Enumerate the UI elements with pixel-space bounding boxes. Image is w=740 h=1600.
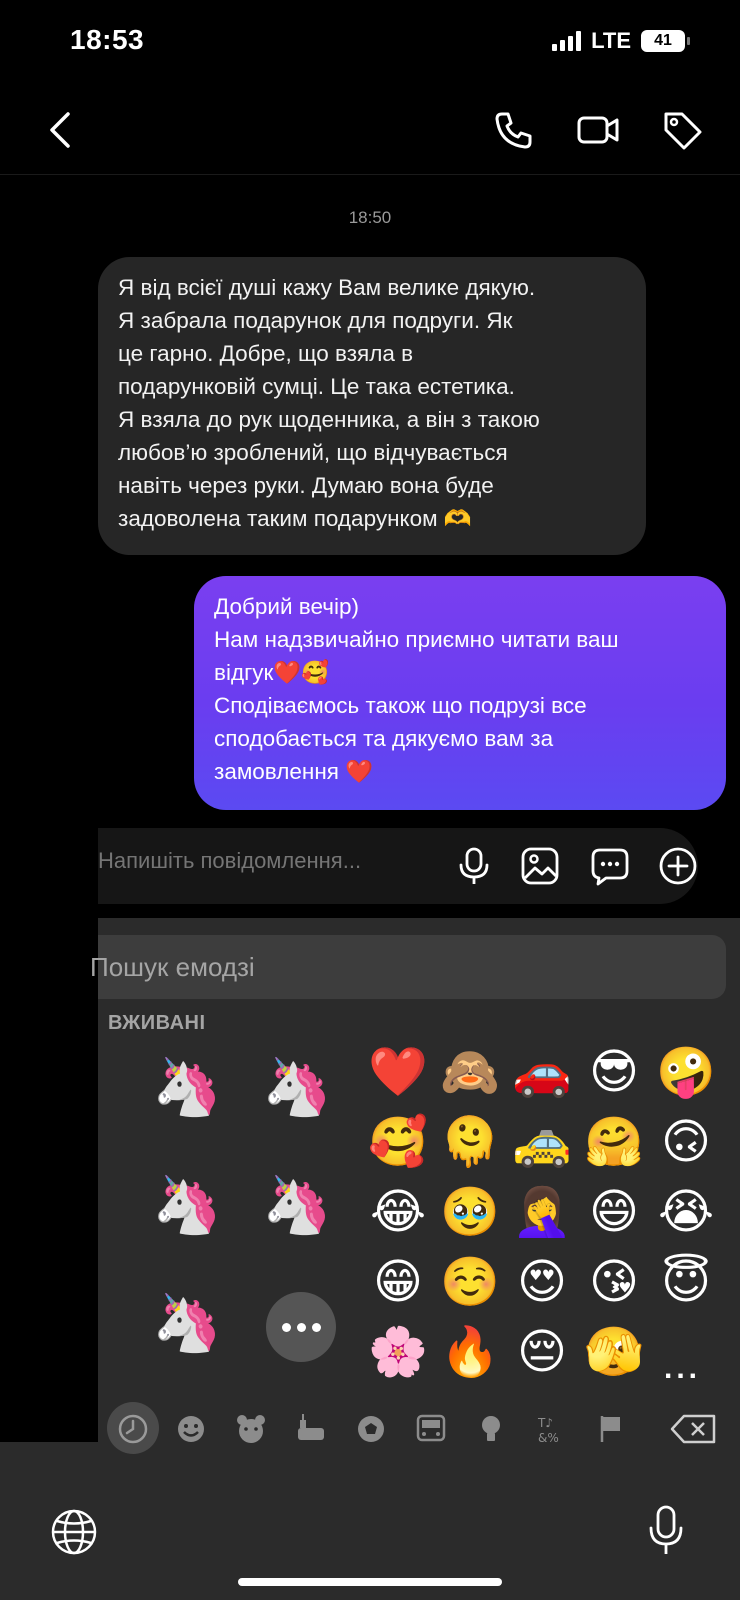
bear-icon[interactable] [228, 1406, 274, 1452]
emoji-key[interactable]: 😍 [510, 1252, 574, 1316]
message-line: відгук❤️🥰 [214, 660, 330, 685]
signal-icon [552, 31, 582, 51]
incoming-message-bubble[interactable]: Я від всієї душі кажу Вам велике дякую. … [98, 257, 646, 555]
gallery-icon[interactable] [520, 846, 560, 886]
emoji-key[interactable]: 🫣 [582, 1322, 646, 1386]
sticker-chat-icon[interactable] [590, 846, 630, 886]
tag-icon[interactable] [660, 108, 704, 152]
message-line: Я взяла до рук щоденника, а він з такою [118, 407, 540, 432]
globe-icon[interactable] [50, 1508, 98, 1556]
home-indicator [238, 1578, 502, 1586]
ball-icon[interactable] [348, 1406, 394, 1452]
emoji-key[interactable]: 🌸 [366, 1322, 430, 1386]
message-timestamp: 18:50 [348, 208, 392, 227]
message-line: Добрий вечір) [214, 594, 359, 619]
message-line: задоволена таким подарунком 🫶 [118, 506, 472, 531]
message-line: Нам надзвичайно приємно читати ваш [214, 627, 619, 652]
unicorn-sticker[interactable]: 🦄 [152, 1176, 222, 1240]
battery-icon: 41 [641, 30, 690, 52]
emoji-search-placeholder: Пошук емодзі [90, 952, 255, 982]
emoji-key[interactable]: 🤗 [582, 1112, 646, 1176]
back-icon[interactable] [40, 108, 84, 152]
emoji-key[interactable]: ☺️ [438, 1252, 502, 1316]
emoji-key[interactable]: 🥰 [366, 1112, 430, 1176]
outgoing-message-bubble[interactable]: Добрий вечір) Нам надзвичайно приємно чи… [194, 576, 726, 810]
message-line: це гарно. Добре, що взяла в [118, 341, 414, 366]
message-line: Я забрала подарунок для подруги. Як [118, 308, 513, 333]
emoji-key[interactable]: 🥹 [438, 1182, 502, 1246]
message-line: Сподіваємось також що подрузі все [214, 693, 587, 718]
microphone-icon[interactable] [454, 846, 494, 886]
message-input[interactable] [98, 848, 428, 874]
video-icon[interactable] [576, 108, 620, 152]
emoji-key[interactable]: 😁 [366, 1252, 430, 1316]
header-divider [0, 174, 740, 175]
emoji-key[interactable]: 🚕 [510, 1112, 574, 1176]
plus-icon[interactable] [658, 846, 698, 886]
status-indicators: LTE 41 [552, 28, 690, 54]
flag-icon[interactable] [588, 1406, 634, 1452]
unicorn-sticker[interactable]: 🦄 [262, 1176, 332, 1240]
message-line: Я від всієї душі кажу Вам велике дякую. [118, 275, 536, 300]
message-line: навіть через руки. Думаю вона буде [118, 473, 494, 498]
smiley-icon[interactable] [168, 1406, 214, 1452]
emoji-key[interactable]: ❤️ [366, 1042, 430, 1106]
emoji-key[interactable]: 😇 [654, 1252, 718, 1316]
food-icon[interactable] [288, 1406, 334, 1452]
emoji-key[interactable]: 🤪 [654, 1042, 718, 1106]
recent-section-title: ВЖИВАНІ [108, 1012, 206, 1034]
svg-text:T♪: T♪ [537, 1416, 553, 1430]
dictation-mic-icon[interactable] [646, 1504, 686, 1558]
emoji-key[interactable]: 🚗 [510, 1042, 574, 1106]
car-icon[interactable] [408, 1406, 454, 1452]
message-line: любов’ю зроблений, що відчувається [118, 440, 508, 465]
emoji-key[interactable]: 😂 [366, 1182, 430, 1246]
unicorn-sticker[interactable]: 🦄 [152, 1058, 222, 1122]
unicorn-sticker[interactable]: 🦄 [152, 1294, 222, 1358]
emoji-key[interactable]: 😘 [582, 1252, 646, 1316]
backspace-icon[interactable] [668, 1406, 722, 1452]
status-time: 18:53 [70, 24, 145, 55]
unicorn-sticker[interactable]: 🦄 [262, 1058, 332, 1122]
emoji-key[interactable]: 🫠 [438, 1112, 502, 1176]
emoji-key[interactable]: 😔 [510, 1322, 574, 1386]
message-line: замовлення ❤️ [214, 759, 374, 784]
battery-level: 41 [654, 32, 672, 49]
network-type: LTE [591, 28, 631, 53]
emoji-key[interactable]: 😎 [582, 1042, 646, 1106]
emoji-key[interactable]: 🙃 [654, 1112, 718, 1176]
symbols-icon[interactable]: T♪ &% [528, 1406, 574, 1452]
emoji-key[interactable]: 🤦‍♀️ [510, 1182, 574, 1246]
phone-icon[interactable] [492, 108, 536, 152]
left-overlay [0, 918, 98, 1442]
clock-icon[interactable] [110, 1406, 156, 1452]
keyboard-bottom-bar [0, 1442, 740, 1600]
emoji-key[interactable]: 🔥 [438, 1322, 502, 1386]
emoji-key[interactable]: 😄 [582, 1182, 646, 1246]
more-emoji-button[interactable]: ... [664, 1352, 701, 1386]
svg-text:&%: &% [538, 1431, 559, 1445]
more-stickers-button[interactable] [266, 1292, 336, 1362]
message-line: подарунковій сумці. Це така естетика. [118, 374, 515, 399]
bulb-icon[interactable] [468, 1406, 514, 1452]
emoji-key[interactable]: 😭 [654, 1182, 718, 1246]
emoji-key[interactable]: 🙈 [438, 1042, 502, 1106]
message-line: сподобається та дякуємо вам за [214, 726, 554, 751]
